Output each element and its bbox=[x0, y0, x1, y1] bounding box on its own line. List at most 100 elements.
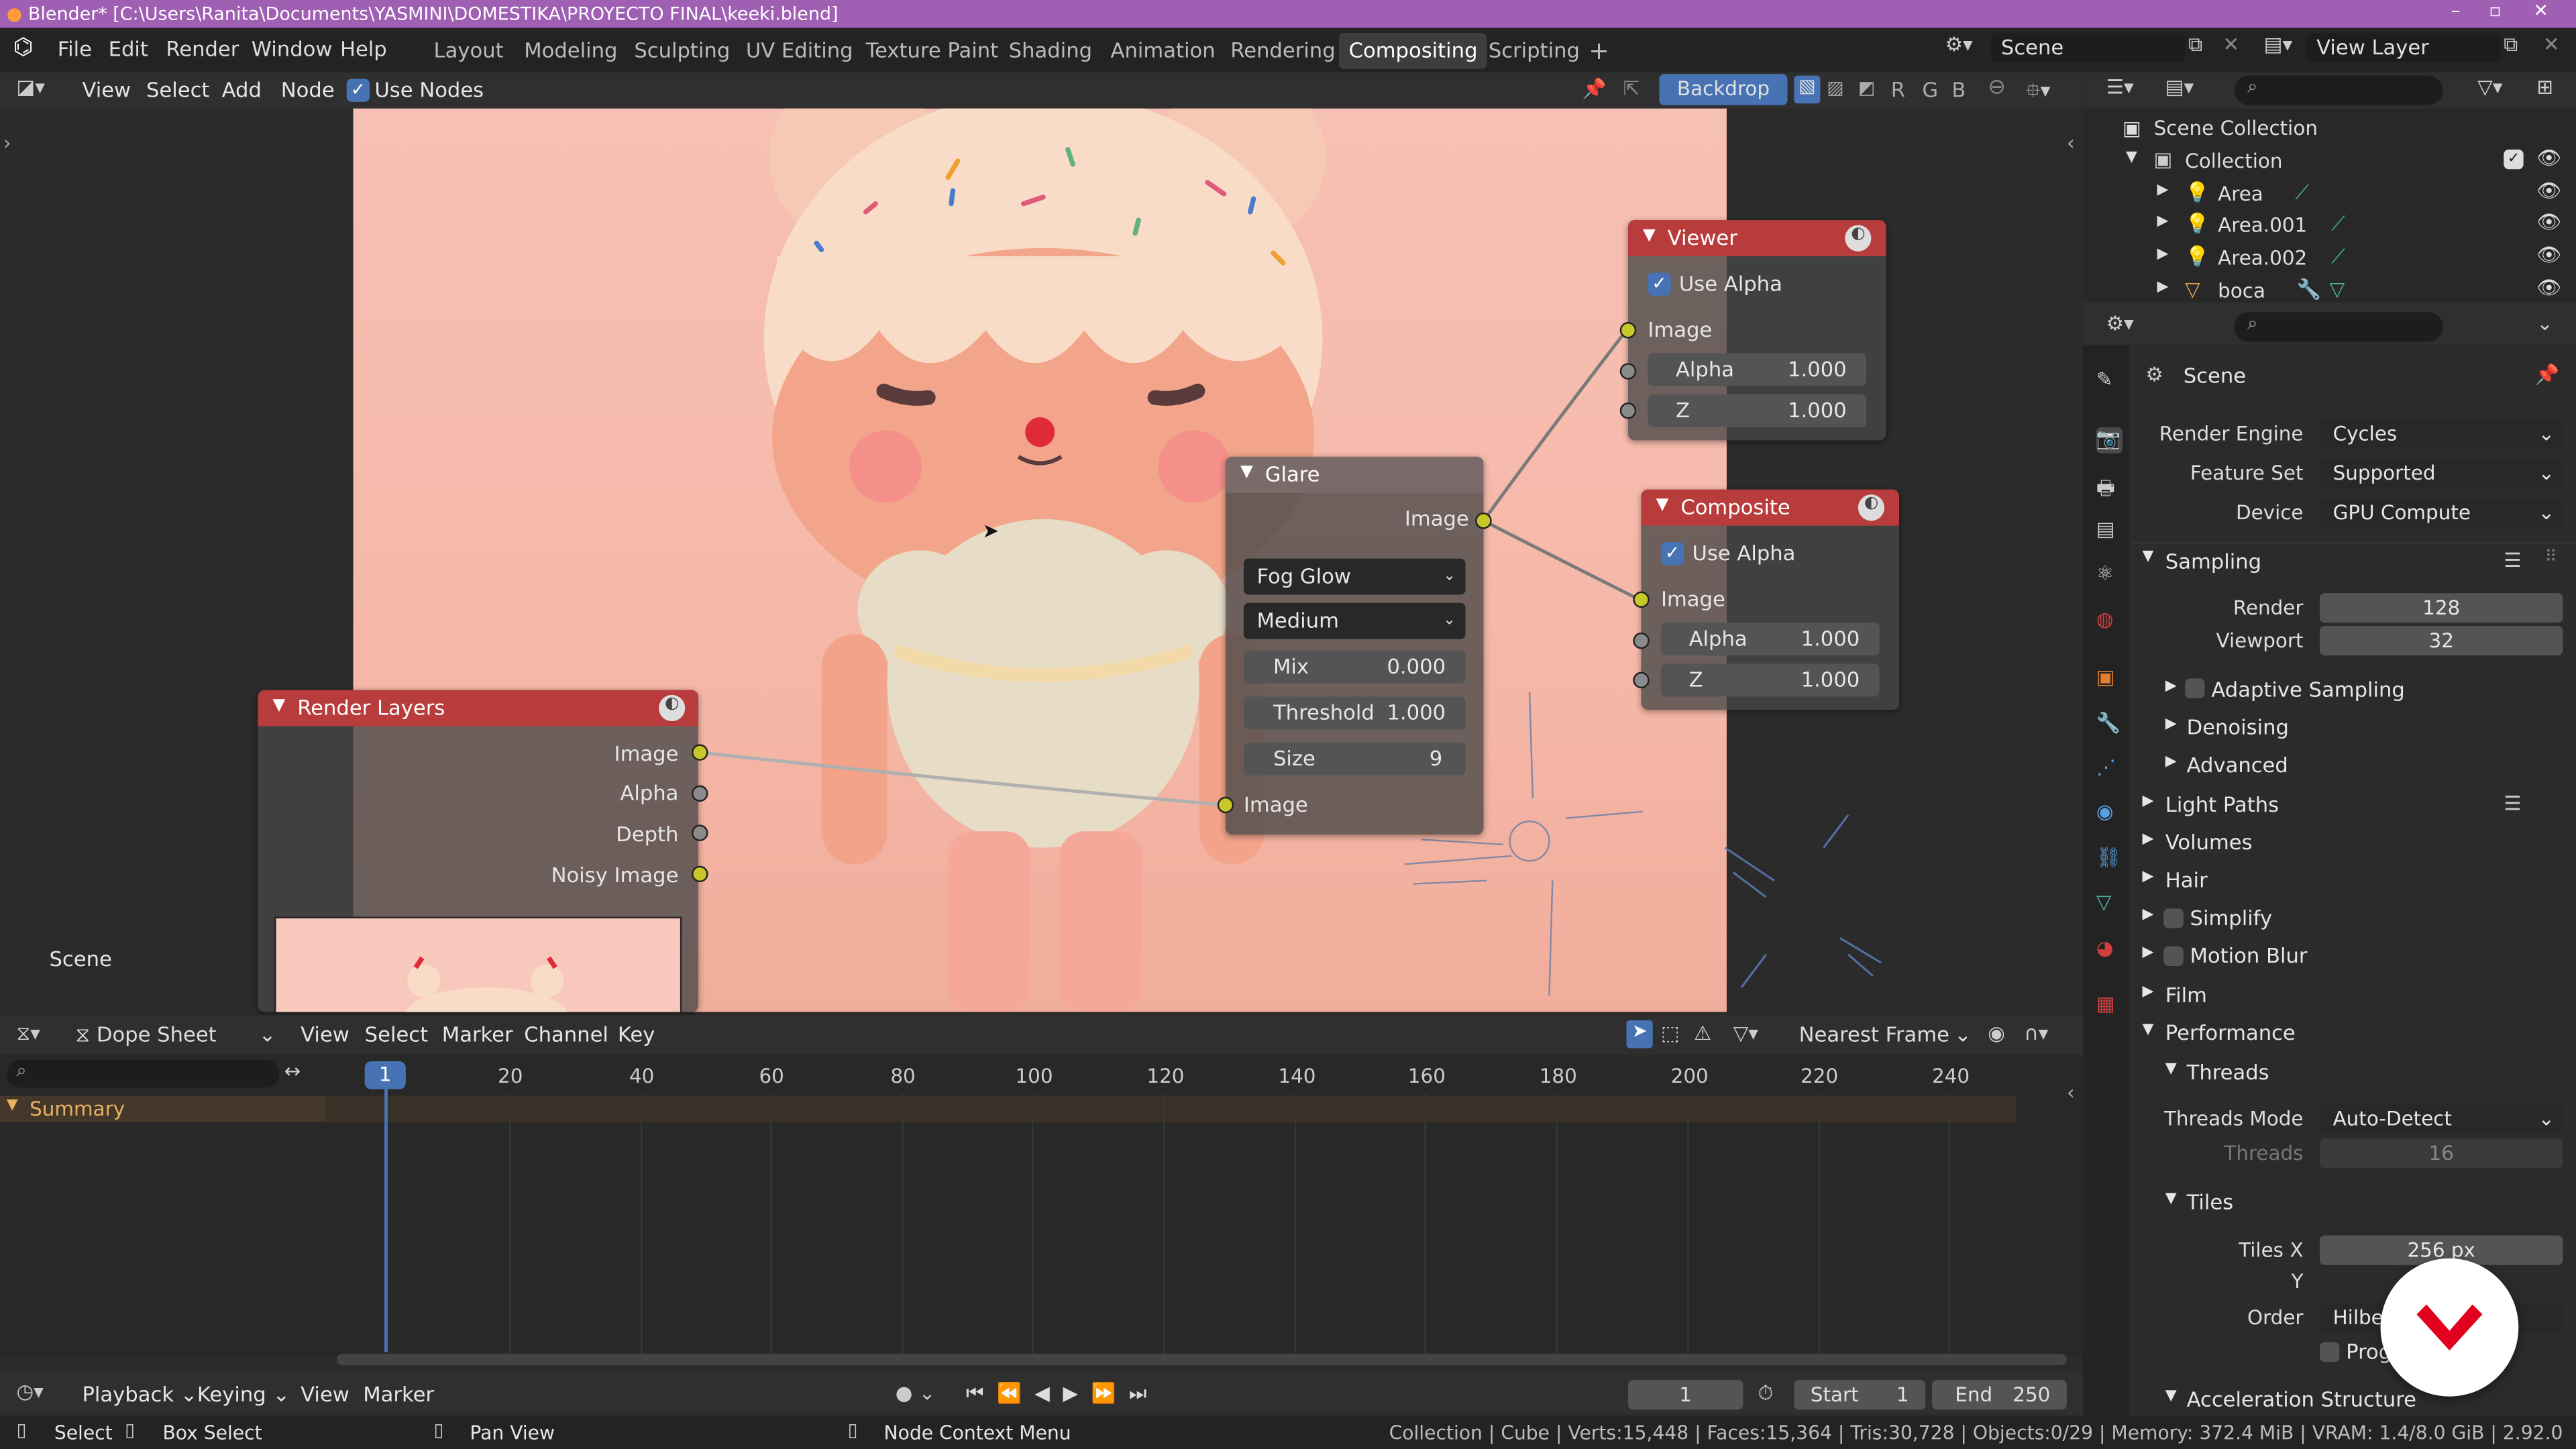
viewer-z-field[interactable]: Z 1.000 bbox=[1648, 394, 1867, 427]
volumes-section[interactable]: Volumes bbox=[2165, 830, 2253, 855]
sidebar-expand-icon[interactable]: ‹ bbox=[2067, 131, 2075, 154]
tab-scripting[interactable]: Scripting bbox=[1479, 33, 1590, 69]
node-menu-node[interactable]: Node bbox=[281, 77, 335, 102]
snap-mode-dropdown[interactable]: Nearest Frame ⌄ bbox=[1790, 1020, 1974, 1050]
properties-search-input[interactable]: ⌕ bbox=[2234, 312, 2443, 342]
visibility-eye-icon[interactable]: 👁 bbox=[2536, 243, 2561, 266]
view-layer-icon[interactable]: ▤▾ bbox=[2264, 33, 2293, 56]
timeline-editor-type-icon[interactable]: ◷▾ bbox=[16, 1380, 43, 1403]
view-layer-selector[interactable]: View Layer bbox=[2306, 32, 2501, 63]
menu-help[interactable]: Help bbox=[340, 36, 387, 61]
dopesheet-menu-marker[interactable]: Marker bbox=[442, 1022, 513, 1046]
object-tab-icon[interactable]: ▣ bbox=[2096, 665, 2123, 692]
adaptive-sampling-checkbox[interactable] bbox=[2185, 678, 2205, 698]
only-errors-icon[interactable]: ⚠ bbox=[1694, 1022, 1711, 1044]
samples-viewport-field[interactable]: 32 bbox=[2319, 626, 2563, 656]
expand-arrow-icon[interactable]: ▶ bbox=[2142, 984, 2153, 1000]
dopesheet-editor-type-icon[interactable]: ⧖▾ bbox=[16, 1022, 40, 1046]
material-tab-icon[interactable]: ◕ bbox=[2096, 936, 2123, 963]
node-menu-view[interactable]: View bbox=[82, 77, 131, 102]
playback-menu[interactable]: Playback ⌄ bbox=[82, 1382, 197, 1407]
filter-icon[interactable]: ▽▾ bbox=[2477, 76, 2502, 99]
viewer-alpha-socket[interactable] bbox=[1619, 363, 1637, 380]
viewer-image-socket[interactable] bbox=[1619, 322, 1637, 339]
world-tab-icon[interactable]: ◍ bbox=[2096, 608, 2123, 634]
composite-alpha-field[interactable]: Alpha 1.000 bbox=[1660, 623, 1880, 656]
simplify-section[interactable]: Simplify bbox=[2190, 905, 2273, 930]
blender-menu-icon[interactable]: ⌬ bbox=[13, 34, 34, 60]
visibility-eye-icon[interactable]: 👁 bbox=[2536, 210, 2561, 233]
menu-edit[interactable]: Edit bbox=[109, 36, 148, 61]
denoising-section[interactable]: Denoising bbox=[2187, 714, 2289, 739]
proportional-edit-icon[interactable]: ◉ bbox=[1988, 1022, 2005, 1044]
sidebar-expand-icon[interactable]: ‹ bbox=[2067, 1081, 2075, 1104]
render-layers-node-header[interactable]: Render Layers bbox=[258, 690, 698, 727]
close-icon[interactable]: ✕ bbox=[2533, 0, 2548, 21]
snap-target-icon[interactable]: ⯐▾ bbox=[2026, 76, 2051, 110]
constraints-tab-icon[interactable]: ⛓ bbox=[2096, 846, 2123, 872]
threads-mode-dropdown[interactable]: Auto-Detect ⌄ bbox=[2319, 1104, 2563, 1134]
tab-texture-paint[interactable]: Texture Paint bbox=[856, 33, 1008, 69]
outliner-item-area-002[interactable]: Area.002 bbox=[2218, 246, 2307, 269]
start-frame-field[interactable]: Start 1 bbox=[1794, 1380, 1926, 1410]
outliner-search-input[interactable]: ⌕ bbox=[2234, 75, 2443, 105]
render-layers-image-socket[interactable] bbox=[692, 744, 708, 761]
glare-quality-dropdown[interactable]: Medium ⌄ bbox=[1243, 602, 1466, 639]
dopesheet-menu-channel[interactable]: Channel bbox=[524, 1022, 608, 1046]
select-cursor-icon[interactable]: ➤ bbox=[1626, 1020, 1653, 1049]
parent-node-tree-icon[interactable]: ⇱ bbox=[1623, 77, 1640, 100]
new-collection-icon[interactable]: ⊞ bbox=[2536, 76, 2553, 99]
dopesheet-mode-dropdown[interactable]: ⧖ Dope Sheet ⌄ bbox=[76, 1020, 280, 1050]
outliner-item-area-001[interactable]: Area.001 bbox=[2218, 213, 2307, 236]
physics-tab-icon[interactable]: ◉ bbox=[2096, 800, 2123, 826]
pin-icon[interactable]: 📌 bbox=[2535, 363, 2560, 386]
advanced-section[interactable]: Advanced bbox=[2187, 753, 2288, 777]
collapse-arrow-icon[interactable]: ▼ bbox=[1643, 227, 1656, 245]
motion-blur-checkbox[interactable] bbox=[2163, 946, 2184, 967]
expand-arrow-icon[interactable]: ▶ bbox=[2165, 678, 2177, 694]
display-mode-icon[interactable]: ▤▾ bbox=[2165, 76, 2194, 99]
expand-arrow-icon[interactable]: ▶ bbox=[2157, 213, 2169, 229]
outliner-editor-type-icon[interactable]: ☰▾ bbox=[2106, 76, 2134, 99]
render-tab-icon[interactable]: 📷 bbox=[2096, 427, 2123, 453]
use-nodes-checkbox[interactable]: ✓ bbox=[346, 78, 370, 102]
device-dropdown[interactable]: GPU Compute ⌄ bbox=[2319, 498, 2563, 528]
collapse-arrow-icon[interactable]: ▼ bbox=[2165, 1061, 2177, 1077]
preview-toggle-icon[interactable]: ◐ bbox=[1858, 494, 1885, 521]
composite-z-field[interactable]: Z 1.000 bbox=[1660, 663, 1880, 697]
viewer-z-socket[interactable] bbox=[1619, 402, 1637, 419]
viewer-use-alpha-checkbox[interactable]: ✓ bbox=[1648, 272, 1671, 296]
composite-z-socket[interactable] bbox=[1633, 672, 1650, 689]
outliner-collection[interactable]: Collection bbox=[2185, 150, 2282, 172]
composite-node[interactable]: Composite ▼ ◐ ✓ Use Alpha Image Alpha 1.0… bbox=[1633, 489, 1900, 710]
backdrop-toggle[interactable]: Backdrop bbox=[1659, 74, 1788, 105]
outliner-item-boca[interactable]: boca bbox=[2218, 279, 2265, 302]
expand-arrow-icon[interactable]: ▶ bbox=[2157, 279, 2169, 295]
modifiers-tab-icon[interactable]: 🔧 bbox=[2096, 711, 2123, 737]
playback-controls[interactable]: ⏮⏪◀▶⏩⏭ bbox=[966, 1382, 1160, 1407]
timeline-marker-menu[interactable]: Marker bbox=[363, 1382, 434, 1407]
glare-size-field[interactable]: Size 9 bbox=[1243, 742, 1466, 775]
editor-type-icon[interactable]: ◪▾ bbox=[16, 76, 45, 99]
data-tab-icon[interactable]: ▽ bbox=[2096, 890, 2123, 916]
motion-blur-section[interactable]: Motion Blur bbox=[2190, 943, 2308, 968]
collapse-arrow-icon[interactable]: ▼ bbox=[273, 696, 286, 714]
end-frame-field[interactable]: End 250 bbox=[1932, 1380, 2067, 1410]
collapse-arrow-icon[interactable]: ▼ bbox=[7, 1097, 18, 1114]
properties-editor-type-icon[interactable]: ⚙▾ bbox=[2106, 312, 2134, 335]
tab-rendering[interactable]: Rendering bbox=[1221, 33, 1346, 69]
glare-mix-field[interactable]: Mix 0.000 bbox=[1243, 650, 1466, 684]
menu-render[interactable]: Render bbox=[166, 36, 239, 61]
snapping-icon[interactable]: ⊖ bbox=[1988, 76, 2006, 101]
toolbar-expand-icon[interactable]: › bbox=[3, 131, 11, 154]
preview-toggle-icon[interactable]: ◐ bbox=[659, 694, 686, 722]
channel-search-input[interactable]: ⌕ bbox=[6, 1059, 280, 1088]
collapse-arrow-icon[interactable]: ▼ bbox=[2142, 1022, 2153, 1038]
remove-view-layer-icon[interactable]: ✕ bbox=[2543, 33, 2560, 56]
expand-arrow-icon[interactable]: ▶ bbox=[2165, 754, 2177, 770]
render-engine-dropdown[interactable]: Cycles ⌄ bbox=[2319, 419, 2563, 449]
scene-icon[interactable]: ⚙▾ bbox=[1945, 33, 1988, 62]
channel-g[interactable]: G bbox=[1922, 77, 1938, 102]
expand-arrow-icon[interactable]: ▶ bbox=[2142, 794, 2153, 810]
falloff-curve-icon[interactable]: ∩▾ bbox=[2024, 1022, 2048, 1044]
